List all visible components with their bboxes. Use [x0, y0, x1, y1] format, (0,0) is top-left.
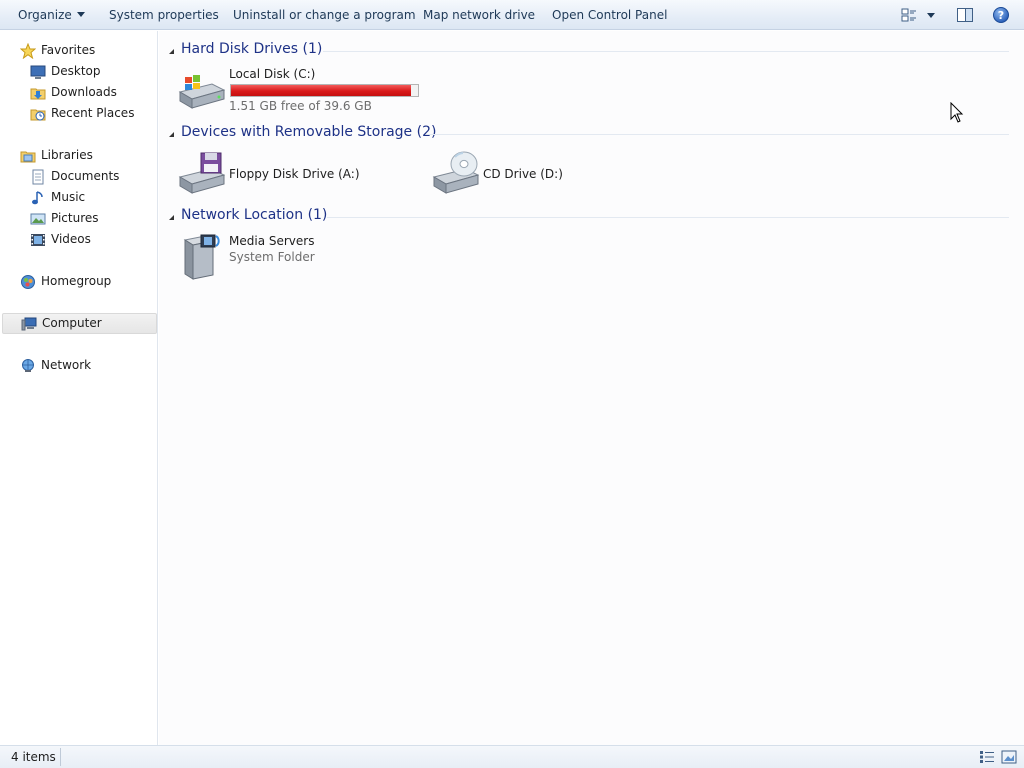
details-view-icon [980, 751, 994, 763]
mouse-cursor-icon [950, 101, 964, 124]
organize-dropdown-arrow-icon [76, 12, 85, 17]
open-control-panel-button[interactable]: Open Control Panel [552, 0, 667, 30]
status-bar: 4 items [0, 745, 1024, 768]
item-count: 4 items [11, 750, 56, 764]
nav-item-label: Videos [51, 232, 91, 246]
large-icons-view-icon [1001, 750, 1017, 764]
preview-pane-button[interactable] [956, 6, 974, 24]
recent-places-icon [30, 106, 46, 122]
floppy-drive-icon [177, 149, 226, 197]
nav-item-label: Recent Places [51, 106, 135, 120]
drive-usage-fill [231, 85, 411, 96]
organize-label: Organize [18, 8, 72, 22]
large-icons-view-button[interactable] [1001, 750, 1017, 764]
preview-pane-icon [957, 8, 973, 22]
nav-item-documents[interactable]: Documents [0, 166, 158, 187]
navigation-pane: Favorites Desktop Downloads Recent Place… [0, 31, 158, 745]
system-properties-button[interactable]: System properties [109, 0, 219, 30]
downloads-folder-icon [30, 85, 46, 101]
group-header-removable-storage[interactable]: Devices with Removable Storage (2) [159, 124, 1019, 144]
group-title: Devices with Removable Storage (2) [181, 124, 437, 140]
pictures-icon [30, 211, 46, 227]
media-server-icon [177, 232, 225, 280]
collapse-arrow-icon [169, 132, 174, 137]
tile-media-servers[interactable]: Media Servers System Folder [177, 232, 407, 282]
group-title: Network Location (1) [181, 207, 328, 223]
network-icon [20, 358, 36, 374]
drive-name: Local Disk (C:) [229, 67, 316, 81]
documents-icon [30, 169, 46, 185]
group-header-network-location[interactable]: Network Location (1) [159, 207, 1019, 227]
uninstall-program-button[interactable]: Uninstall or change a program [233, 0, 416, 30]
organize-button[interactable]: Organize [18, 0, 85, 30]
svg-text:?: ? [998, 9, 1004, 22]
videos-icon [30, 232, 46, 248]
nav-item-label: Documents [51, 169, 120, 183]
group-divider [323, 51, 1009, 52]
music-icon [30, 190, 46, 206]
nav-item-label: Desktop [51, 64, 101, 78]
help-button[interactable]: ? [992, 6, 1010, 24]
folder-type: System Folder [229, 250, 315, 264]
nav-network-label: Network [41, 358, 92, 372]
libraries-icon [20, 148, 36, 164]
map-network-drive-button[interactable]: Map network drive [423, 0, 535, 30]
desktop-icon [30, 64, 46, 80]
drive-tile-cd-d[interactable]: CD Drive (D:) [431, 149, 661, 199]
collapse-arrow-icon [169, 215, 174, 220]
help-icon: ? [993, 7, 1009, 23]
drive-usage-bar [230, 84, 419, 97]
nav-computer-label: Computer [42, 316, 102, 330]
nav-homegroup[interactable]: Homegroup [0, 271, 158, 292]
drive-name: CD Drive (D:) [483, 167, 563, 181]
drive-name: Floppy Disk Drive (A:) [229, 167, 360, 181]
nav-item-videos[interactable]: Videos [0, 229, 158, 250]
nav-item-label: Music [51, 190, 86, 204]
nav-item-music[interactable]: Music [0, 187, 158, 208]
nav-item-label: Downloads [51, 85, 117, 99]
nav-homegroup-label: Homegroup [41, 274, 112, 288]
change-view-button[interactable] [901, 6, 937, 24]
group-divider [427, 134, 1009, 135]
nav-favorites-label: Favorites [41, 43, 96, 57]
computer-icon [21, 316, 37, 332]
group-divider [327, 217, 1009, 218]
nav-computer[interactable]: Computer [2, 313, 157, 334]
homegroup-icon [20, 274, 36, 290]
nav-favorites[interactable]: Favorites [0, 40, 158, 61]
nav-item-recent-places[interactable]: Recent Places [0, 103, 158, 124]
nav-libraries-label: Libraries [41, 148, 93, 162]
content-pane: Hard Disk Drives (1) Local Disk (C:) 1.5… [159, 31, 1024, 745]
drive-free-space: 1.51 GB free of 39.6 GB [229, 99, 372, 113]
status-divider [60, 748, 61, 766]
hard-drive-windows-icon [177, 64, 226, 112]
nav-item-downloads[interactable]: Downloads [0, 82, 158, 103]
nav-network[interactable]: Network [0, 355, 158, 376]
nav-item-label: Pictures [51, 211, 99, 225]
change-view-icon [901, 8, 935, 22]
nav-libraries[interactable]: Libraries [0, 145, 158, 166]
nav-item-desktop[interactable]: Desktop [0, 61, 158, 82]
cd-drive-icon [431, 149, 480, 197]
favorites-star-icon [19, 42, 37, 60]
folder-name: Media Servers [229, 234, 315, 248]
group-title: Hard Disk Drives (1) [181, 41, 323, 57]
command-bar: Organize System properties Uninstall or … [0, 0, 1024, 30]
collapse-arrow-icon [169, 49, 174, 54]
details-view-button[interactable] [979, 750, 995, 764]
group-header-hard-disks[interactable]: Hard Disk Drives (1) [159, 41, 1019, 61]
nav-item-pictures[interactable]: Pictures [0, 208, 158, 229]
drive-tile-floppy-a[interactable]: Floppy Disk Drive (A:) [177, 149, 407, 199]
